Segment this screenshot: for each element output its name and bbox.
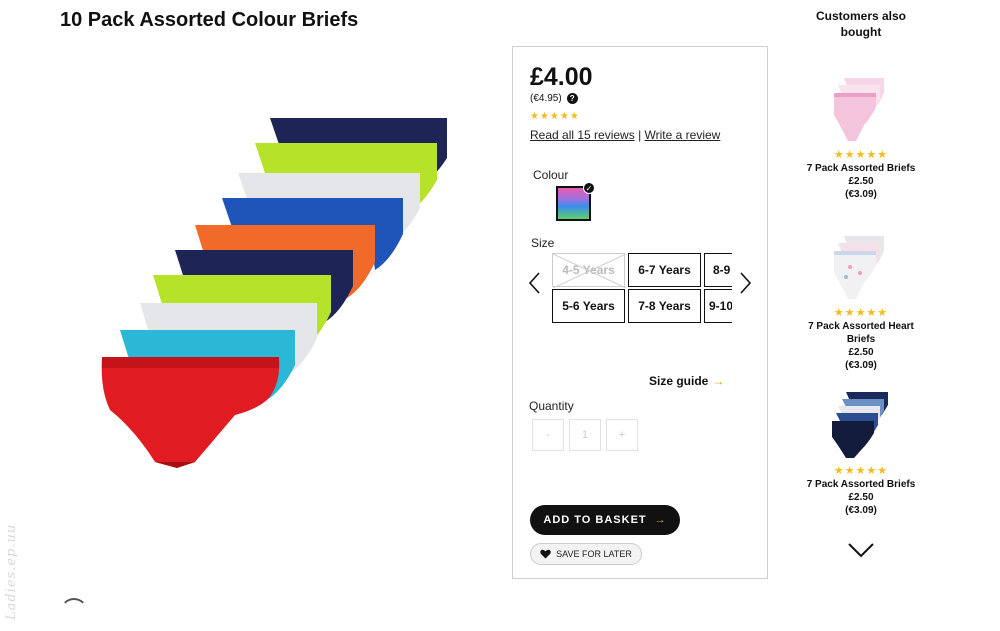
- quantity-label: Quantity: [529, 399, 574, 413]
- reviews-separator: |: [638, 128, 642, 142]
- rail-product-price: £2.50: [848, 176, 874, 187]
- rail-product-price: £2.50: [848, 347, 874, 358]
- chevron-right-icon[interactable]: [737, 271, 753, 295]
- rail-product-name: 7 Pack Assorted Briefs: [806, 479, 916, 490]
- add-to-basket-button[interactable]: ADD TO BASKET →: [530, 505, 680, 535]
- size-option-label: 9-10: [709, 299, 732, 313]
- size-option-label: 6-7 Years: [638, 263, 691, 277]
- arrow-right-icon: →: [712, 374, 725, 388]
- watermark: Ladies.ep.uu: [4, 523, 19, 620]
- size-guide-label: Size guide: [649, 374, 709, 388]
- chevron-down-icon[interactable]: [847, 541, 875, 559]
- chevron-left-icon[interactable]: [527, 271, 543, 295]
- size-grid: 4-5 Years 6-7 Years 8-9 5-6 Years 7-8 Ye…: [552, 253, 732, 325]
- loading-spinner-icon: [60, 598, 88, 626]
- buy-box: £4.00 (€4.95) ? ★★★★★ Read all 15 review…: [512, 46, 768, 579]
- size-option-9-10[interactable]: 9-10: [704, 289, 732, 323]
- euro-price-row: (€4.95) ?: [530, 93, 578, 104]
- check-icon: ✓: [583, 182, 595, 194]
- quantity-decrease-button[interactable]: -: [532, 419, 564, 451]
- brief-stack: [101, 118, 447, 468]
- read-reviews-link[interactable]: Read all 15 reviews: [530, 128, 635, 142]
- size-option-label: 7-8 Years: [638, 299, 691, 313]
- rail-product-price: £2.50: [848, 492, 874, 503]
- colour-label: Colour: [533, 168, 569, 182]
- rating-stars: ★★★★★: [530, 111, 580, 122]
- rail-product-euro-price: (€3.09): [845, 505, 877, 516]
- euro-price: (€4.95): [530, 93, 562, 104]
- size-option-6-7[interactable]: 6-7 Years: [628, 253, 701, 287]
- size-carousel: 4-5 Years 6-7 Years 8-9 5-6 Years 7-8 Ye…: [552, 253, 732, 325]
- rail-product-name: 7 Pack Assorted Briefs: [806, 163, 916, 174]
- size-label: Size: [531, 236, 555, 250]
- rail-product-name: 7 Pack Assorted Heart Briefs: [808, 321, 914, 345]
- size-option-label: 8-9: [713, 263, 731, 277]
- reviews-row: Read all 15 reviews | Write a review: [530, 128, 720, 142]
- size-option-8-9[interactable]: 8-9: [704, 253, 732, 287]
- rail-product-euro-price: (€3.09): [845, 360, 877, 371]
- product-thumbnail: [832, 392, 888, 458]
- unavailable-cross-icon: [553, 254, 626, 288]
- rail-product-card[interactable]: ★★★★★ 7 Pack Assorted Heart Briefs £2.50…: [795, 233, 927, 372]
- product-thumbnail: [834, 236, 884, 299]
- quantity-input[interactable]: 1: [569, 419, 601, 451]
- rating-stars: ★★★★★: [833, 307, 889, 319]
- price: £4.00: [530, 63, 593, 91]
- rail-product-card[interactable]: ★★★★★ 7 Pack Assorted Briefs £2.50 (€3.0…: [795, 75, 927, 201]
- add-to-basket-label: ADD TO BASKET: [543, 514, 647, 526]
- rating-stars: ★★★★★: [833, 465, 889, 477]
- save-for-later-button[interactable]: SAVE FOR LATER: [530, 543, 642, 565]
- save-for-later-label: SAVE FOR LATER: [556, 549, 632, 559]
- size-option-5-6[interactable]: 5-6 Years: [552, 289, 625, 323]
- rating-stars: ★★★★★: [833, 149, 889, 161]
- arrow-right-icon: →: [654, 514, 667, 526]
- heart-icon: [540, 549, 551, 559]
- product-image: [101, 118, 447, 468]
- colour-swatch[interactable]: ✓: [556, 182, 595, 221]
- rail-product-card[interactable]: ★★★★★ 7 Pack Assorted Briefs £2.50 (€3.0…: [795, 391, 927, 517]
- size-guide-link[interactable]: Size guide →: [649, 374, 724, 388]
- help-icon[interactable]: ?: [566, 93, 578, 104]
- product-thumbnail: [834, 78, 884, 141]
- quantity-increase-button[interactable]: +: [606, 419, 638, 451]
- rail-product-euro-price: (€3.09): [845, 189, 877, 200]
- rail-title: Customers also bought: [815, 9, 907, 39]
- write-review-link[interactable]: Write a review: [645, 128, 721, 142]
- size-option-7-8[interactable]: 7-8 Years: [628, 289, 701, 323]
- size-option-4-5[interactable]: 4-5 Years: [552, 253, 626, 288]
- size-option-label: 5-6 Years: [562, 299, 615, 313]
- product-title: 10 Pack Assorted Colour Briefs: [60, 9, 359, 31]
